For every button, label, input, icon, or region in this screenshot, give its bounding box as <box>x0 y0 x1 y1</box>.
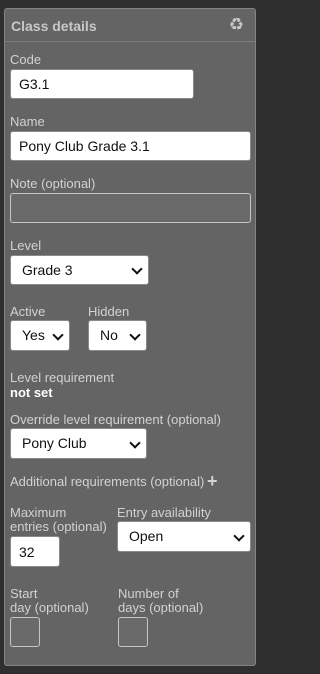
max-entries-label-line1: Maximum <box>10 505 67 520</box>
hidden-select[interactable]: No <box>88 320 147 351</box>
hidden-select-value: No <box>100 327 118 343</box>
chevron-down-icon <box>131 263 143 275</box>
active-label: Active <box>10 304 46 319</box>
name-input[interactable] <box>10 131 251 161</box>
chevron-down-icon <box>129 328 141 341</box>
plus-icon[interactable]: + <box>207 472 218 490</box>
active-select-value: Yes <box>22 327 45 343</box>
chevron-down-icon <box>52 328 64 341</box>
num-days-label-line1: Number of <box>118 586 179 601</box>
note-input[interactable] <box>10 193 251 223</box>
override-label: Override level requirement (optional) <box>10 412 221 427</box>
num-days-input[interactable] <box>118 617 148 647</box>
start-day-label-line1: Start <box>10 586 38 601</box>
note-label: Note (optional) <box>10 176 96 191</box>
code-label: Code <box>10 52 42 67</box>
max-entries-input[interactable] <box>10 536 60 567</box>
level-select-value: Grade 3 <box>22 262 73 278</box>
start-day-input[interactable] <box>10 617 40 647</box>
entry-availability-label: Entry availability <box>117 505 211 520</box>
entry-availability-select[interactable]: Open <box>117 521 251 552</box>
level-select[interactable]: Grade 3 <box>10 255 149 285</box>
num-days-label-line2: days (optional) <box>118 600 204 615</box>
override-select-value: Pony Club <box>22 435 87 451</box>
start-day-label-line2: day (optional) <box>10 600 89 615</box>
active-select[interactable]: Yes <box>10 320 70 351</box>
panel-header: Class details ♻ <box>5 9 255 42</box>
chevron-down-icon <box>129 436 141 449</box>
code-input[interactable] <box>10 69 194 99</box>
panel-title: Class details <box>11 18 97 34</box>
hidden-label: Hidden <box>88 304 130 319</box>
chevron-down-icon <box>233 529 245 542</box>
additional-requirements-label: Additional requirements (optional) <box>10 474 205 489</box>
entry-availability-value: Open <box>129 528 164 544</box>
recycle-icon[interactable]: ♻ <box>229 16 244 33</box>
level-requirement-value: not set <box>10 385 53 400</box>
name-label: Name <box>10 114 45 129</box>
override-select[interactable]: Pony Club <box>10 428 147 459</box>
max-entries-label-line2: entries (optional) <box>10 519 107 534</box>
level-label: Level <box>10 238 42 253</box>
level-requirement-label: Level requirement <box>10 370 115 385</box>
